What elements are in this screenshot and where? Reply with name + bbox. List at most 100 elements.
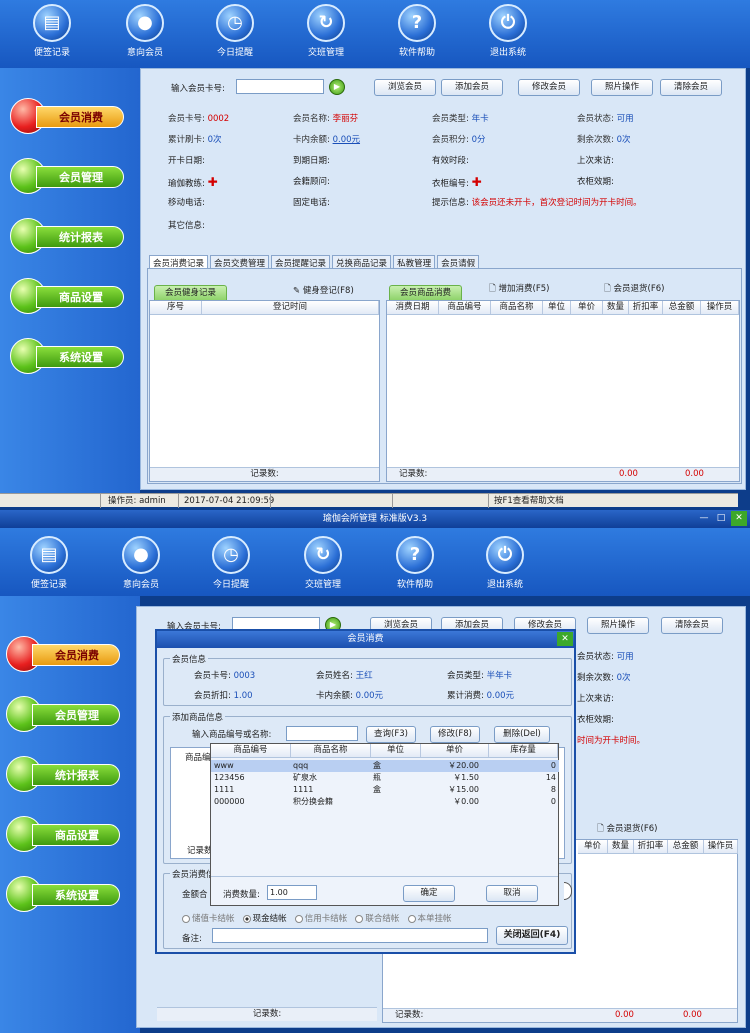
other-info-label: 其它信息: xyxy=(168,221,205,231)
edit-member-button[interactable]: 修改会员 xyxy=(518,79,580,96)
sidebar: 会员消费 会员管理 统计报表 商品设置 系统设置 xyxy=(0,68,140,493)
fitness-list: 序号 登记时间 记录数: xyxy=(149,300,380,482)
browse-member-button[interactable]: 浏览会员 xyxy=(374,79,436,96)
remain-row: 剩余次数: 0次 xyxy=(577,135,631,145)
card-row: 会员卡号: 0002 xyxy=(168,114,230,124)
maximize-icon[interactable]: □ xyxy=(713,511,729,526)
sidebar-item-consume[interactable]: 会员消费 xyxy=(6,636,120,672)
balance-row: 卡内余额: 0.00元 xyxy=(293,135,361,145)
return-doc-icon: 🗋 xyxy=(597,824,604,834)
power-icon: ⏻ xyxy=(489,4,527,42)
pay-onaccount[interactable]: 本单挂帐 xyxy=(407,914,452,924)
col-index: 序号 xyxy=(150,301,202,314)
table-row[interactable]: www qqq 盒 ￥20.00 0 xyxy=(211,760,559,772)
pay-combined[interactable]: 联合结帐 xyxy=(355,914,399,924)
clear-member-button[interactable]: 清除会员 xyxy=(661,617,723,634)
remark-input[interactable] xyxy=(212,928,488,943)
fitness-record-tab[interactable]: 会员健身记录 xyxy=(154,285,228,300)
tab-content: 会员健身记录 ✎ 健身登记(F8) 序号 登记时间 记录数: 会员商品消费 🗋 … xyxy=(147,268,742,484)
toolbar: ▤ 便签记录 ● 意向会员 ◷ 今日提醒 ↻ 交班管理 ? 软件帮助 ⏻ 退出系统 xyxy=(0,0,750,68)
photo-button[interactable]: 照片操作 xyxy=(587,617,649,634)
sidebar-item-system[interactable]: 系统设置 xyxy=(10,338,124,374)
notes-button[interactable]: ▤ 便签记录 xyxy=(14,536,84,590)
plus-icon[interactable]: ✚ xyxy=(472,175,482,189)
expire-date-label: 到期日期: xyxy=(293,156,330,166)
member-info-group: 会员信息 会员卡号: 0003 会员姓名: 王红 会员类型: 半年卡 会员折扣:… xyxy=(163,653,572,706)
return-doc-icon: 🗋 xyxy=(604,284,611,294)
locker-row: 衣柜编号: ✚ xyxy=(432,175,482,189)
add-member-button[interactable]: 添加会员 xyxy=(441,79,503,96)
sidebar-item-system[interactable]: 系统设置 xyxy=(6,876,120,912)
notepad-icon: ▤ xyxy=(33,4,71,42)
member-icon: ● xyxy=(126,4,164,42)
close-icon[interactable]: ✕ xyxy=(557,632,573,646)
reminder-button[interactable]: ◷ 今日提醒 xyxy=(200,4,270,58)
plus-icon[interactable]: ✚ xyxy=(208,175,218,189)
prospect-member-button[interactable]: ● 意向会员 xyxy=(106,536,176,590)
cancel-button[interactable]: 取消 xyxy=(486,885,538,902)
clear-member-button[interactable]: 清除会员 xyxy=(660,79,722,96)
delete-button[interactable]: 删除(Del) xyxy=(494,726,550,743)
main-panel: 输入会员卡号: ▶ 浏览会员 添加会员 修改会员 照片操作 清除会员 会员卡号:… xyxy=(140,68,746,490)
sidebar-item-products[interactable]: 商品设置 xyxy=(6,816,120,852)
ok-button[interactable]: 确定 xyxy=(403,885,455,902)
sidebar-item-consume[interactable]: 会员消费 xyxy=(10,98,124,134)
table-row[interactable]: 123456 矿泉水瓶 ￥1.50 14 xyxy=(211,772,559,784)
pay-card[interactable]: 储值卡结帐 xyxy=(182,914,235,924)
exit-button[interactable]: ⏻ 退出系统 xyxy=(470,536,540,590)
prospect-member-button[interactable]: ● 意向会员 xyxy=(110,4,180,58)
points-row: 会员积分: 0分 xyxy=(432,135,486,145)
sidebar-item-members[interactable]: 会员管理 xyxy=(6,696,120,732)
shift-button[interactable]: ↻ 交班管理 xyxy=(291,4,361,58)
open-date-label: 开卡日期: xyxy=(168,156,205,166)
toolbar-2: ▤ 便签记录 ● 意向会员 ◷ 今日提醒 ↻ 交班管理 ? 软件帮助 ⏻ 退出系统 xyxy=(0,528,750,596)
name-row: 会员名称: 李丽芬 xyxy=(293,114,359,124)
remain-row: 剩余次数: 0次 xyxy=(577,673,631,683)
photo-button[interactable]: 照片操作 xyxy=(591,79,653,96)
table-row[interactable]: 000000 积分换会籍 ￥0.00 0 xyxy=(211,796,559,808)
add-consume-button[interactable]: 🗋 增加消费(F5) xyxy=(489,282,549,297)
power-icon: ⏻ xyxy=(486,536,524,574)
notepad-icon: ▤ xyxy=(30,536,68,574)
sidebar-item-reports[interactable]: 统计报表 xyxy=(10,218,124,254)
member-icon: ● xyxy=(122,536,160,574)
pay-cash[interactable]: 现金结帐 xyxy=(242,914,287,924)
shift-button[interactable]: ↻ 交班管理 xyxy=(288,536,358,590)
coach-row: 瑜伽教练: ✚ xyxy=(168,175,218,189)
sidebar-item-products[interactable]: 商品设置 xyxy=(10,278,124,314)
exit-button[interactable]: ⏻ 退出系统 xyxy=(473,4,543,58)
minimize-icon[interactable]: — xyxy=(696,511,712,526)
quantity-input[interactable]: 1.00 xyxy=(267,885,317,900)
type-row: 会员类型: 年卡 xyxy=(432,114,489,124)
reminder-button[interactable]: ◷ 今日提醒 xyxy=(196,536,266,590)
edit-button[interactable]: 修改(F8) xyxy=(430,726,480,743)
return-goods-button[interactable]: 🗋 会员退货(F6) xyxy=(604,282,664,297)
phone-label: 固定电话: xyxy=(293,198,330,208)
sidebar-2: 会员消费 会员管理 统计报表 商品设置 系统设置 xyxy=(0,596,140,1033)
mobile-label: 移动电话: xyxy=(168,198,205,208)
help-button[interactable]: ? 软件帮助 xyxy=(382,4,452,58)
card-search-input[interactable] xyxy=(236,79,324,94)
clock-icon: ◷ xyxy=(216,4,254,42)
close-icon[interactable]: ✕ xyxy=(731,511,747,526)
status-bar: 操作员: admin 2017-07-04 21:09:59 按F1查看帮助文档 xyxy=(0,493,738,508)
help-button[interactable]: ? 软件帮助 xyxy=(380,536,450,590)
sidebar-item-reports[interactable]: 统计报表 xyxy=(6,756,120,792)
return-goods-button[interactable]: 🗋 会员退货(F6) xyxy=(597,822,657,837)
table-row[interactable]: 1111 1111 盒 ￥15.00 8 xyxy=(211,784,559,796)
product-search-input[interactable] xyxy=(286,726,358,741)
consume-footer: 记录数: 0.00 0.00 xyxy=(387,467,739,481)
go-icon[interactable]: ▶ xyxy=(329,79,345,95)
advisor-label: 会籍顾问: xyxy=(293,177,330,187)
help-icon: ? xyxy=(396,536,434,574)
pay-credit[interactable]: 信用卡结帐 xyxy=(294,914,347,924)
pencil-icon: ✎ xyxy=(293,286,301,296)
sidebar-item-members[interactable]: 会员管理 xyxy=(10,158,124,194)
product-consume-tab[interactable]: 会员商品消费 xyxy=(389,285,463,300)
refresh-icon: ↻ xyxy=(304,536,342,574)
notes-button[interactable]: ▤ 便签记录 xyxy=(17,4,87,58)
close-return-button[interactable]: 关闭返回(F4) xyxy=(496,926,568,945)
query-button[interactable]: 查询(F3) xyxy=(366,726,416,743)
col-register-time: 登记时间 xyxy=(202,301,379,314)
fitness-register-button[interactable]: ✎ 健身登记(F8) xyxy=(293,284,354,296)
